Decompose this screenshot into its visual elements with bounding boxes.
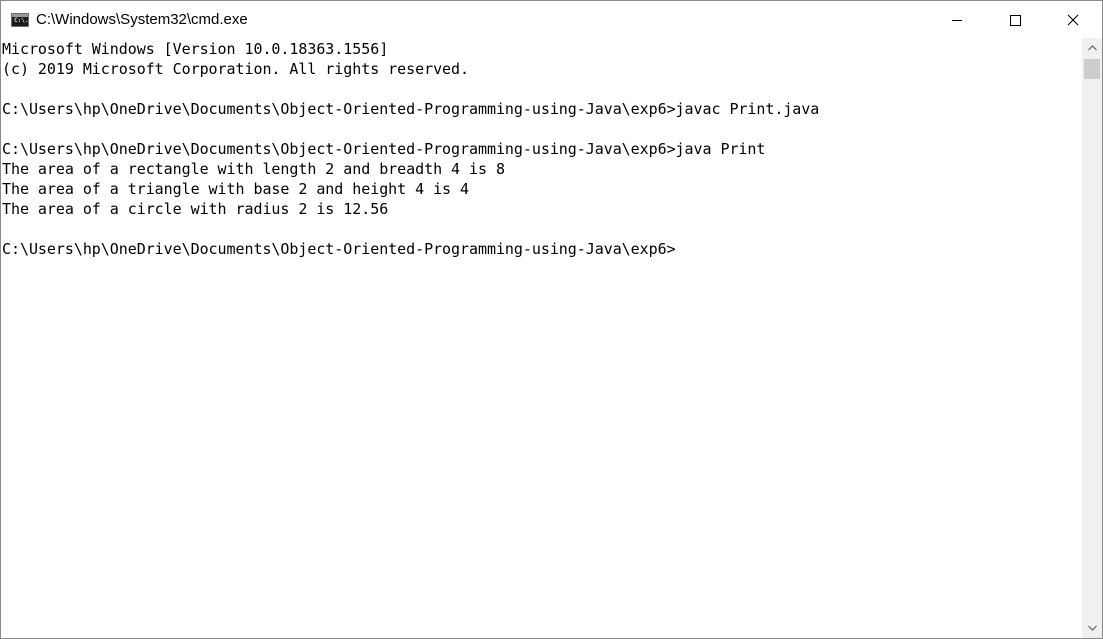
console-line: The area of a rectangle with length 2 an… [2, 160, 505, 178]
console-line: Microsoft Windows [Version 10.0.18363.15… [2, 40, 389, 58]
scroll-down-button[interactable] [1082, 618, 1102, 638]
maximize-button[interactable] [986, 1, 1044, 38]
console-line: C:\Users\hp\OneDrive\Documents\Object-Or… [2, 140, 766, 158]
command-prompt[interactable]: C:\Users\hp\OneDrive\Documents\Object-Or… [2, 239, 676, 259]
console-line: The area of a circle with radius 2 is 12… [2, 200, 389, 218]
vertical-scrollbar[interactable] [1082, 38, 1102, 638]
title-bar[interactable]: C:\. C:\Windows\System32\cmd.exe [1, 1, 1102, 38]
minimize-icon [952, 19, 962, 21]
console-line: The area of a triangle with base 2 and h… [2, 180, 470, 198]
close-icon [1067, 14, 1079, 25]
console-line: (c) 2019 Microsoft Corporation. All righ… [2, 60, 470, 78]
scroll-up-icon [1087, 45, 1097, 51]
scrollbar-thumb[interactable] [1084, 59, 1100, 79]
console-output[interactable]: Microsoft Windows [Version 10.0.18363.15… [1, 38, 1082, 638]
scroll-up-button[interactable] [1082, 38, 1102, 58]
app-icon-label: C:\. [14, 17, 29, 24]
minimize-button[interactable] [928, 1, 986, 38]
close-button[interactable] [1044, 1, 1102, 38]
window-title: C:\Windows\System32\cmd.exe [36, 11, 248, 28]
maximize-icon [1010, 14, 1021, 26]
cmd-window: C:\. C:\Windows\System32\cmd.exe Microso… [0, 0, 1103, 639]
cmd-app-icon[interactable]: C:\. [11, 13, 29, 27]
console-line: C:\Users\hp\OneDrive\Documents\Object-Or… [2, 100, 820, 118]
scroll-down-icon [1087, 625, 1097, 631]
